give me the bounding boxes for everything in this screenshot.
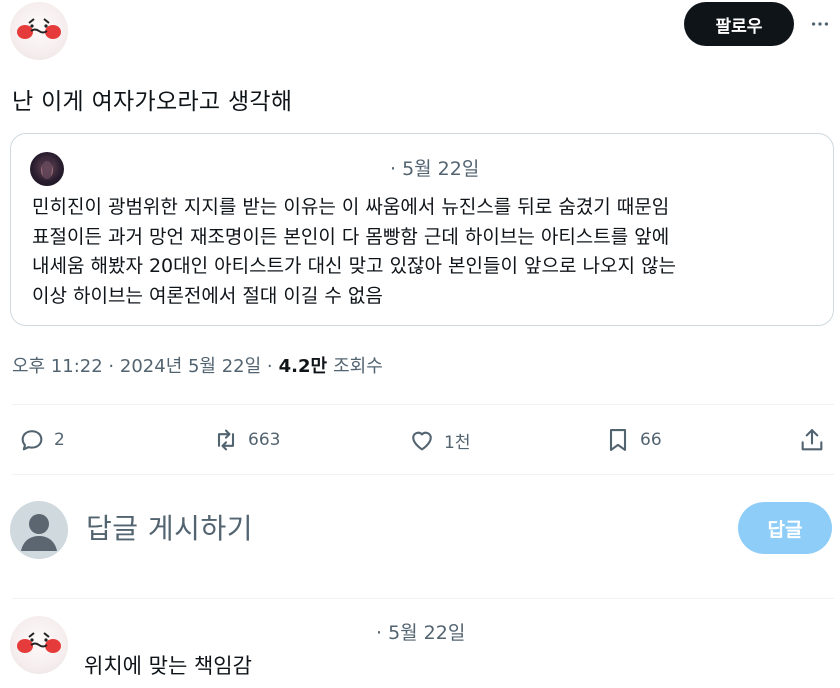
reply-date: · 5월 22일 [376,622,466,644]
tweet-meta: 오후 11:22 · 2024년 5월 22일 · 4.2만 조회수 [12,352,383,378]
reply-input[interactable]: 답글 게시하기 [86,507,253,547]
bookmark-count: 66 [640,430,662,450]
quoted-author-avatar [30,152,64,186]
quoted-tweet-date: · 5월 22일 [390,158,480,180]
reply-submit-button[interactable]: 답글 [738,502,832,554]
retweet-count: 663 [248,430,281,450]
quoted-tweet-body: 민히진이 광범위한 지지를 받는 이유는 이 싸움에서 뉴진스를 뒤로 숨겼기 … [32,196,676,307]
more-options-icon[interactable] [806,10,834,38]
bookmark-action[interactable]: 66 [604,426,662,454]
views-label: 조회수 [333,356,383,377]
reply-icon [21,430,43,451]
reply-author-avatar[interactable] [10,616,68,674]
bookmark-icon [609,429,627,451]
author-avatar[interactable] [10,2,68,60]
user-avatar [10,501,68,559]
reply-text: 위치에 맞는 책임감 [84,654,252,678]
share-action[interactable] [798,426,826,454]
retweet-action[interactable]: 663 [212,426,280,454]
heart-icon [412,431,432,451]
reply-count: 2 [54,430,65,450]
tweet-text: 난 이게 여자가오라고 생각해 [12,89,293,115]
divider [12,404,834,405]
share-icon [801,429,823,451]
tweet-timestamp[interactable]: 오후 11:22 · 2024년 5월 22일 · [12,352,273,378]
like-action[interactable]: 1천 [408,426,470,454]
views-count: 4.2만 [278,356,328,377]
retweet-icon [217,429,235,451]
divider [12,474,834,475]
like-count: 1천 [444,432,471,453]
divider [12,598,834,599]
follow-button[interactable]: 팔로우 [684,2,794,46]
reply-action[interactable]: 2 [18,426,65,454]
